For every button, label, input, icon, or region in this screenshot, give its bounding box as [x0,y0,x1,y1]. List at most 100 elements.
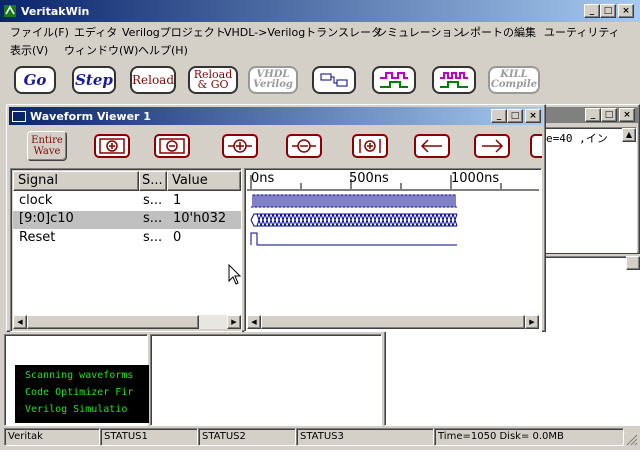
waveform-button-2[interactable] [432,66,476,94]
app-icon [3,4,17,18]
editor-minimize-button[interactable]: _ [585,108,601,122]
toolbar-overflow-icon[interactable] [530,134,542,158]
main-title-bar: VeritakWin _ □ × [0,0,640,22]
editor-close-button[interactable]: × [619,108,635,122]
menu-bar: ファイル(F) エディタ Verilogプロジェクト VHDL->Verilog… [0,22,640,62]
table-row-selected[interactable]: [9:0]c10 s... 10'h032 [13,211,241,229]
status-time-disk: Time=1050 Disk= 0.0MB [434,428,624,446]
zoom-in-area-icon [94,134,130,158]
zoom-out-icon [286,134,322,158]
scroll-left-arrow[interactable]: ◀ [13,315,27,329]
close-button[interactable]: × [618,4,634,18]
maximize-button[interactable]: □ [600,4,616,18]
waveform-icon [380,72,408,88]
mouse-cursor-icon [228,264,242,285]
scroll-right-arrow[interactable]: ▶ [227,315,241,329]
reload-go-button[interactable]: Reload & GO [188,66,238,94]
signal-value: 1 [173,193,182,208]
arrow-right-icon [474,134,510,158]
table-row[interactable]: clock s... 1 [13,193,241,211]
entire-wave-face: Entire Wave [27,131,67,161]
arrow-left-icon [414,134,450,158]
hierarchy-icon [320,73,348,87]
status-3: STATUS3 [296,428,434,446]
signal-s: s... [143,230,163,245]
editor-window: _ □ × e=40 ,イン ▲ [540,104,640,254]
wv-minimize-button[interactable]: _ [491,109,507,123]
step-button[interactable]: Step [72,66,116,94]
bottom-right-scroll-button[interactable] [626,256,640,270]
waveform-button-1[interactable] [372,66,416,94]
scroll-left-button[interactable] [410,130,454,162]
wave-scroll-thumb[interactable] [261,315,525,329]
time-tick-label: 500ns [349,171,389,186]
wv-close-button[interactable]: × [525,109,541,123]
wv-maximize-button[interactable]: □ [507,109,523,123]
window-icon [12,110,26,122]
column-header-s[interactable]: S... [139,171,167,191]
signal-value: 10'h032 [173,211,227,226]
console-pane: Scanning waveforms Code Optimizer Fir Ve… [4,334,149,426]
editor-maximize-button[interactable]: □ [601,108,617,122]
status-veritak: Veritak [4,428,100,446]
console-line: Scanning waveforms [25,370,134,381]
column-header-value[interactable]: Value [167,171,241,191]
zoom-out-button[interactable] [282,130,326,162]
scroll-thumb[interactable] [27,315,199,329]
menu-report-edit[interactable]: レポートの編集 [459,24,536,40]
signal-value: 0 [173,230,182,245]
zoom-in-icon [222,134,258,158]
zoom-in-area-button[interactable] [90,130,134,162]
editor-text-line: e=40 ,イン [546,132,608,145]
signal-horizontal-scrollbar[interactable]: ◀ ▶ [13,315,241,329]
menu-simulation[interactable]: シミュレーション [376,24,464,40]
reload-button[interactable]: Reload [130,66,176,94]
clock-trace [251,194,457,208]
status-2: STATUS2 [198,428,296,446]
time-tick-label: 0ns [251,171,275,186]
wave-scroll-right-arrow[interactable]: ▶ [525,315,539,329]
zoom-out-area-button[interactable] [150,130,194,162]
column-header-signal[interactable]: Signal [13,171,139,191]
signal-name: Reset [19,230,56,245]
window-title: VeritakWin [21,4,90,18]
zoom-fit-cursor-button[interactable] [348,130,392,162]
editor-scroll-up-button[interactable]: ▲ [622,128,636,142]
menu-utility[interactable]: ユーティリティ [544,24,620,40]
table-row[interactable]: Reset s... 0 [13,230,241,248]
bottom-middle-pane [150,334,382,426]
wave-horizontal-scrollbar[interactable]: ◀ ▶ [247,315,539,329]
wave-display-pane: 0ns 500ns 1000ns ◀ ▶ [244,168,542,332]
scroll-right-button[interactable] [470,130,514,162]
console-line: Verilog Simulatio [25,404,128,415]
signal-name: clock [19,193,53,208]
entire-wave-label-2: Wave [33,146,61,157]
vhdl-verilog-button[interactable]: VHDL Verilog [248,66,298,94]
waveform-icon-2 [440,72,468,88]
menu-help[interactable]: ヘルプ(H) [138,42,188,58]
menu-window[interactable]: ウィンドウ(W) [64,42,138,58]
editor-text-area[interactable]: e=40 ,イン ▲ [543,127,637,253]
menu-vhdl-translator[interactable]: VHDL->Verilogトランスレータ [224,24,382,40]
status-1: STATUS1 [100,428,198,446]
zoom-fit-cursor-icon [352,134,388,158]
time-tick-label: 1000ns [451,171,500,186]
go-button[interactable]: Go [14,66,56,94]
zoom-in-button[interactable] [218,130,262,162]
menu-editor[interactable]: エディタ [74,24,117,40]
console-line: Code Optimizer Fir [25,387,134,398]
kill-compile-button[interactable]: KILL Compile [488,66,540,94]
menu-view[interactable]: 表示(V) [10,42,48,58]
waveform-viewer-title: Waveform Viewer 1 [30,109,151,123]
wave-scroll-left-arrow[interactable]: ◀ [247,315,261,329]
signal-name: [9:0]c10 [19,211,74,226]
reset-trace [250,232,457,246]
reload-go-label-2: & GO [197,78,229,91]
menu-file[interactable]: ファイル(F) [10,24,69,40]
minimize-button[interactable]: _ [584,4,600,18]
hierarchy-button[interactable] [312,66,356,94]
entire-wave-button[interactable]: Entire Wave [26,130,68,162]
menu-verilog-project[interactable]: Verilogプロジェクト [122,24,226,40]
console-output: Scanning waveforms Code Optimizer Fir Ve… [15,365,149,423]
resize-grip-icon[interactable] [624,432,638,446]
